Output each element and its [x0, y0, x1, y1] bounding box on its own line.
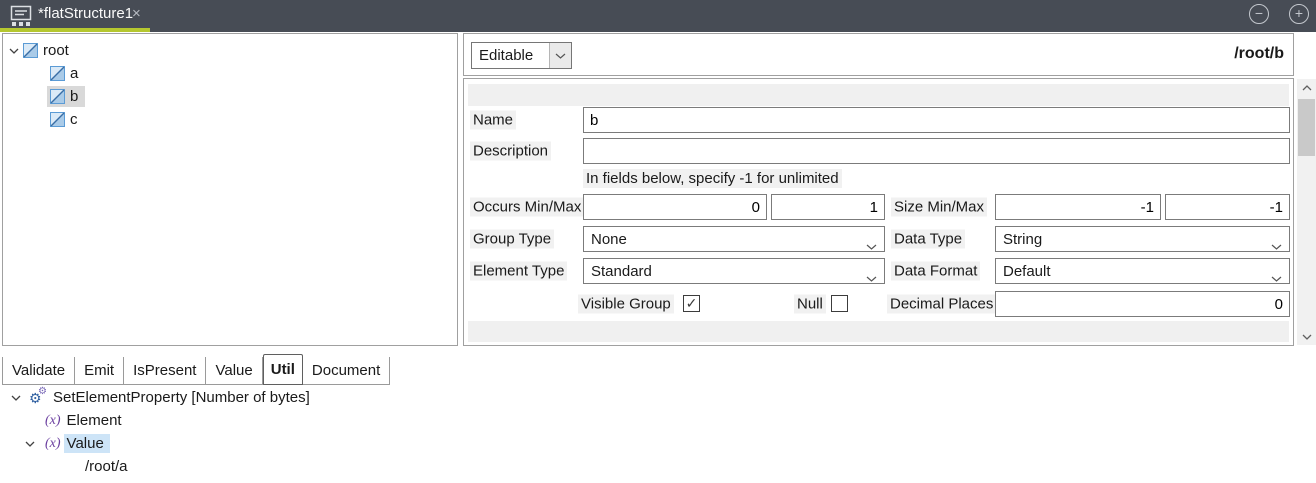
- chevron-down-icon[interactable]: [8, 48, 20, 54]
- name-row: Name: [464, 107, 1293, 133]
- occurs-min-input[interactable]: [583, 194, 767, 220]
- element-icon: [23, 43, 38, 58]
- size-min-input[interactable]: [995, 194, 1161, 220]
- tree-item-label: root: [43, 42, 69, 59]
- name-input[interactable]: [583, 107, 1290, 133]
- data-type-label: Data Type: [891, 230, 965, 249]
- tree-item-c[interactable]: c: [3, 108, 457, 131]
- tab-close-icon[interactable]: ×: [132, 5, 141, 22]
- tab-validate[interactable]: Validate: [2, 357, 75, 385]
- tab-ispresent[interactable]: IsPresent: [124, 357, 206, 385]
- element-icon: [50, 66, 65, 81]
- mode-select[interactable]: Editable: [471, 42, 572, 69]
- description-label: Description: [470, 142, 551, 161]
- chevron-down-icon: [866, 237, 877, 254]
- rule-node-path[interactable]: /root/a: [85, 455, 128, 478]
- data-type-select[interactable]: String: [995, 226, 1290, 252]
- chevron-down-icon[interactable]: [549, 43, 571, 68]
- decimal-places-label: Decimal Places: [887, 295, 996, 314]
- tree-item-a[interactable]: a: [3, 62, 457, 85]
- collapse-button[interactable]: −: [1249, 4, 1269, 24]
- decimal-places-input[interactable]: [995, 291, 1290, 317]
- data-type-value: String: [1003, 231, 1042, 248]
- description-input[interactable]: [583, 138, 1290, 164]
- note-row: In fields below, specify -1 for unlimite…: [464, 169, 1293, 189]
- rule-node-value-selected[interactable]: (x) Value: [24, 432, 110, 455]
- description-row: Description: [464, 138, 1293, 164]
- visible-group-label: Visible Group: [578, 295, 674, 314]
- visible-group-checkbox[interactable]: ✓: [683, 295, 700, 312]
- data-format-value: Default: [1003, 263, 1051, 280]
- checkbox-row: Visible Group ✓ Null Decimal Places: [464, 293, 1293, 315]
- rule-tab-strip: Validate Emit IsPresent Value Util Docum…: [2, 353, 390, 385]
- element-icon: [50, 89, 65, 104]
- rule-node-function[interactable]: ⚙⚙ SetElementProperty [Number of bytes]: [10, 386, 310, 409]
- chevron-down-icon: [1271, 237, 1282, 254]
- element-icon: [50, 112, 65, 127]
- element-type-value: Standard: [591, 263, 652, 280]
- element-type-format-row: Element Type Standard Data Format Defaul…: [464, 258, 1293, 284]
- tab-emit[interactable]: Emit: [75, 357, 124, 385]
- null-checkbox[interactable]: [831, 295, 848, 312]
- group-type-label: Group Type: [470, 230, 554, 249]
- rule-node-label: Element: [67, 412, 122, 429]
- rule-node-label: SetElementProperty [Number of bytes]: [53, 389, 310, 406]
- scroll-down-icon[interactable]: [1297, 328, 1316, 345]
- gears-icon: ⚙⚙: [30, 390, 47, 406]
- tab-util-active[interactable]: Util: [263, 354, 303, 385]
- selected-element-path: /root/b: [1234, 45, 1284, 63]
- chevron-down-icon[interactable]: [10, 395, 22, 401]
- tab-document[interactable]: Document: [303, 357, 390, 385]
- occurs-max-input[interactable]: [771, 194, 885, 220]
- document-tab-title[interactable]: *flatStructure1: [38, 5, 133, 22]
- rule-node-label-selected: Value: [64, 434, 110, 453]
- element-type-select[interactable]: Standard: [583, 258, 885, 284]
- tab-value[interactable]: Value: [206, 357, 262, 385]
- tree-item-label: a: [70, 65, 78, 82]
- chevron-down-icon[interactable]: [24, 441, 36, 447]
- form-scrollbar[interactable]: [1297, 79, 1316, 345]
- null-label: Null: [794, 295, 826, 314]
- chevron-down-icon: [1271, 269, 1282, 286]
- data-format-select[interactable]: Default: [995, 258, 1290, 284]
- properties-form: Name Description In fields below, specif…: [463, 78, 1294, 346]
- group-data-type-row: Group Type None Data Type String: [464, 226, 1293, 252]
- scrollbar-thumb[interactable]: [1298, 99, 1315, 156]
- function-x-icon: (x): [45, 413, 61, 429]
- form-spacer-strip: [468, 321, 1289, 342]
- active-tab-indicator: [0, 28, 150, 32]
- occurs-label: Occurs Min/Max: [470, 198, 584, 217]
- editor-header: Editable /root/b: [463, 33, 1294, 76]
- mode-select-value: Editable: [472, 43, 549, 68]
- tree-item-label: c: [70, 111, 78, 128]
- form-spacer-strip: [468, 84, 1289, 106]
- size-label: Size Min/Max: [891, 198, 987, 217]
- chevron-down-icon: [866, 269, 877, 286]
- group-type-value: None: [591, 231, 627, 248]
- group-type-select[interactable]: None: [583, 226, 885, 252]
- data-format-label: Data Format: [891, 262, 980, 281]
- size-max-input[interactable]: [1165, 194, 1290, 220]
- function-x-icon: (x): [45, 436, 61, 452]
- structure-tree-panel: root a b: [2, 33, 458, 346]
- occurs-size-row: Occurs Min/Max Size Min/Max: [464, 194, 1293, 220]
- title-bar: *flatStructure1 × − +: [0, 0, 1316, 32]
- tree-item-b-selected[interactable]: b: [3, 85, 457, 108]
- structure-document-icon: [10, 5, 32, 27]
- expand-button[interactable]: +: [1289, 4, 1309, 24]
- tree-selection-highlight: b: [47, 86, 85, 107]
- tree-item-root[interactable]: root: [3, 39, 457, 62]
- rule-node-label: /root/a: [85, 458, 128, 475]
- tree-item-label: b: [70, 88, 78, 105]
- element-type-label: Element Type: [470, 262, 567, 281]
- unlimited-note: In fields below, specify -1 for unlimite…: [583, 169, 842, 188]
- scroll-up-icon[interactable]: [1297, 79, 1316, 96]
- name-label: Name: [470, 111, 516, 130]
- rule-node-element[interactable]: (x) Element: [45, 409, 122, 432]
